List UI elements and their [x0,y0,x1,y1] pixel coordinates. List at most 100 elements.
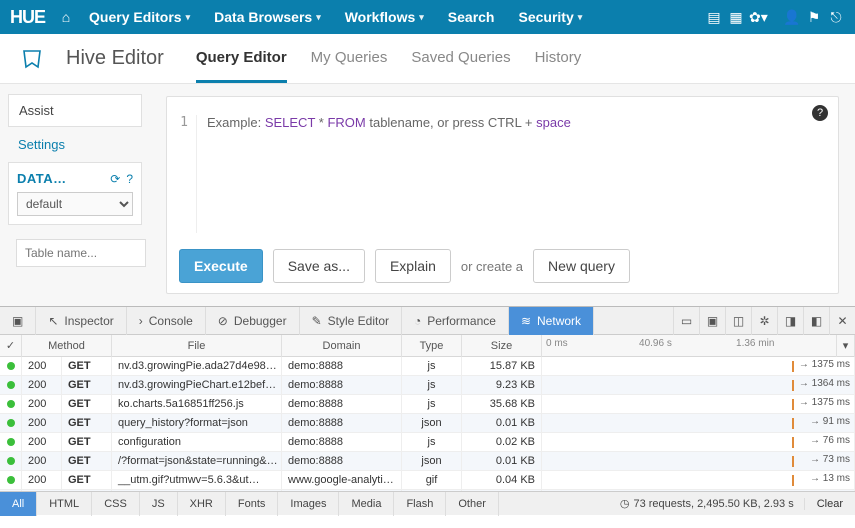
hue-logo[interactable]: HUE [10,7,53,28]
devtools-tab-network[interactable]: ≋Network [509,307,594,335]
devtools-tab-debugger[interactable]: ⊘Debugger [206,307,300,335]
method: GET [62,452,112,471]
size: 9.23 KB [462,376,542,395]
tasks-icon[interactable]: ▦ [727,9,745,26]
file: ko.charts.5a16851ff256.js [112,395,282,414]
nav-data-browsers[interactable]: Data Browsers▾ [204,0,331,34]
hive-icon [18,45,46,73]
nav-query-editors[interactable]: Query Editors▾ [79,0,200,34]
filter-html[interactable]: HTML [37,492,92,516]
waterfall: → 76 ms [542,433,855,452]
col-menu-icon[interactable]: ▾ [837,335,855,357]
type: json [402,452,462,471]
new-query-button[interactable]: New query [533,249,630,283]
split-icon[interactable]: ◫ [725,307,751,335]
size: 0.04 KB [462,471,542,490]
size: 0.01 KB [462,414,542,433]
devtools-tab-style[interactable]: ✎Style Editor [300,307,402,335]
filter-all[interactable]: All [0,492,37,516]
filter-css[interactable]: CSS [92,492,140,516]
method: GET [62,357,112,376]
gear-icon[interactable]: ✿▾ [749,9,767,26]
col-check[interactable]: ✓ [0,335,22,357]
filter-js[interactable]: JS [140,492,178,516]
status-dot [0,471,22,490]
chevron-down-icon: ▾ [419,12,424,23]
pencil-icon: ✎ [312,314,322,328]
top-nav: HUE ⌂ Query Editors▾ Data Browsers▾ Work… [0,0,855,34]
sidebar: Assist Settings DATA… ⟳ ? default [0,84,150,306]
user-icon[interactable]: 👤 [783,9,801,26]
network-row[interactable]: 200GETquery_history?format=jsondemo:8888… [0,414,855,433]
devtools-tab-console[interactable]: ›Console [127,307,206,335]
home-icon[interactable]: ⌂ [57,9,75,25]
col-type[interactable]: Type [402,335,462,357]
code-editor[interactable]: Example: SELECT * FROM tablename, or pre… [197,115,571,233]
nav-search[interactable]: Search [438,0,505,34]
status-dot [0,376,22,395]
devtools-tab-inspector[interactable]: ↖Inspector [36,307,126,335]
scratchpad-icon[interactable]: ▣ [699,307,725,335]
method: GET [62,376,112,395]
table-name-input[interactable] [16,239,146,267]
database-select[interactable]: default [17,192,133,216]
page-title: Hive Editor [66,47,164,70]
network-row[interactable]: 200GETnv.d3.growingPie.ada27d4e98…demo:8… [0,357,855,376]
close-icon[interactable]: ✕ [829,307,855,335]
file-icon[interactable]: ▤ [705,9,723,26]
dock-icon[interactable]: ◨ [777,307,803,335]
filter-other[interactable]: Other [446,492,499,516]
settings-link[interactable]: Settings [8,133,142,156]
nav-workflows[interactable]: Workflows▾ [335,0,434,34]
network-row[interactable]: 200GET/?format=json&state=running&…demo:… [0,452,855,471]
popout-icon[interactable]: ◧ [803,307,829,335]
network-row[interactable]: 200GETconfigurationdemo:8888js0.02 KB→ 7… [0,433,855,452]
assist-panel[interactable]: Assist [8,94,142,127]
settings-icon[interactable]: ✲ [751,307,777,335]
tab-history[interactable]: History [535,35,582,83]
chevron-right-icon: › [139,314,143,328]
filter-xhr[interactable]: XHR [178,492,226,516]
domain: demo:8888 [282,433,402,452]
tab-query-editor[interactable]: Query Editor [196,35,287,83]
network-summary: ◷73 requests, 2,495.50 KB, 2.93 s [610,497,804,510]
network-row[interactable]: 200GETnv.d3.growingPieChart.e12bef…demo:… [0,376,855,395]
logout-icon[interactable]: ⎋ [827,9,845,26]
devtools-toggle-icon[interactable]: ▣ [0,307,36,335]
execute-button[interactable]: Execute [179,249,263,283]
network-row[interactable]: 200GET__utm.gif?utmwv=5.6.3&ut…www.googl… [0,471,855,490]
responsive-icon[interactable]: ▭ [673,307,699,335]
header-tabs: Query Editor My Queries Saved Queries Hi… [196,35,581,83]
waterfall: → 13 ms [542,471,855,490]
clear-button[interactable]: Clear [804,498,855,510]
waterfall: → 1375 ms [542,357,855,376]
nav-security[interactable]: Security▾ [508,0,592,34]
col-method[interactable]: Method [22,335,112,357]
page-header: Hive Editor Query Editor My Queries Save… [0,34,855,84]
status-code: 200 [22,452,62,471]
tab-my-queries[interactable]: My Queries [311,35,388,83]
filter-fonts[interactable]: Fonts [226,492,279,516]
bug-icon: ⊘ [218,314,228,328]
devtools-tab-performance[interactable]: ◔Performance [402,307,509,335]
status-code: 200 [22,357,62,376]
refresh-icon[interactable]: ⟳ [110,172,120,186]
filter-media[interactable]: Media [339,492,394,516]
explain-button[interactable]: Explain [375,249,451,283]
network-columns: ✓ Method File Domain Type Size 0 ms 40.9… [0,335,855,357]
save-as-button[interactable]: Save as... [273,249,365,283]
filter-flash[interactable]: Flash [394,492,446,516]
chevron-down-icon: ▾ [316,12,321,23]
tab-saved-queries[interactable]: Saved Queries [411,35,510,83]
network-row[interactable]: 200GETko.charts.5a16851ff256.jsdemo:8888… [0,395,855,414]
database-panel: DATA… ⟳ ? default [8,162,142,225]
flag-icon[interactable]: ⚑ [805,9,823,26]
filter-images[interactable]: Images [278,492,339,516]
network-icon: ≋ [521,314,531,328]
help-icon[interactable]: ? [812,105,828,121]
col-domain[interactable]: Domain [282,335,402,357]
col-size[interactable]: Size [462,335,542,357]
help-icon[interactable]: ? [126,172,133,186]
col-file[interactable]: File [112,335,282,357]
waterfall: → 91 ms [542,414,855,433]
